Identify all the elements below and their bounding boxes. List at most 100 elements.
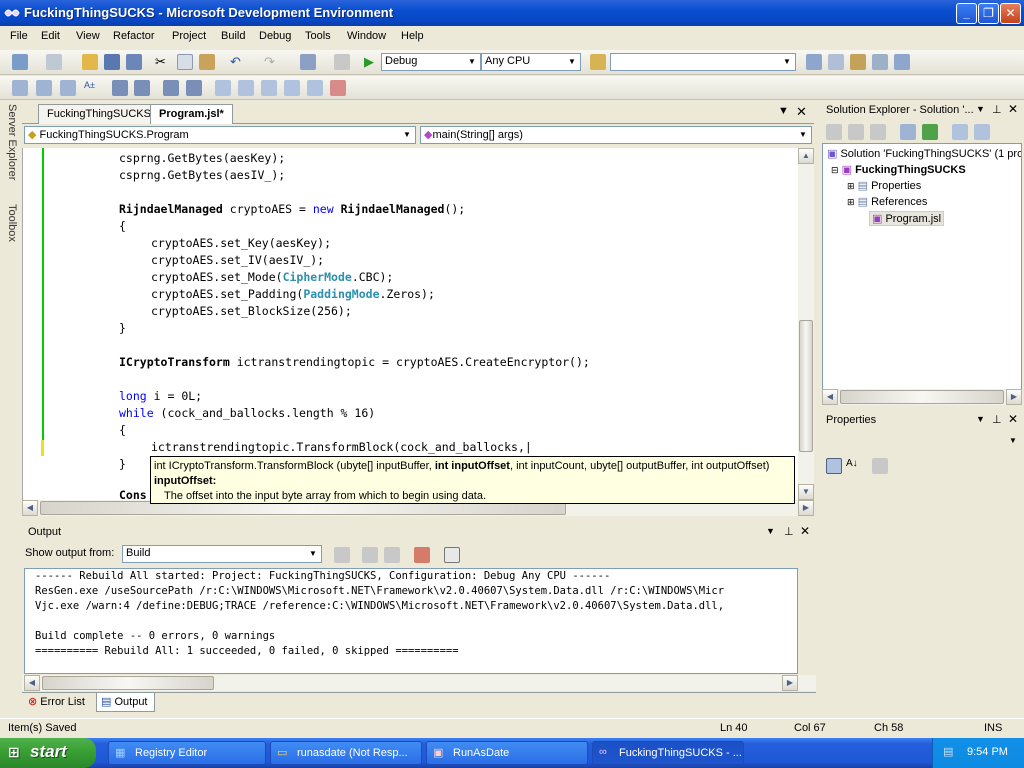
copy-website-icon[interactable] xyxy=(974,124,990,140)
cut-icon[interactable]: ✂ xyxy=(155,54,171,70)
view-designer-icon[interactable] xyxy=(922,124,938,140)
auto-hide-pin-icon[interactable]: ⊥ xyxy=(784,525,794,538)
new-project-icon[interactable] xyxy=(12,54,28,70)
tab-output[interactable]: ▤ Output xyxy=(96,693,155,712)
options-icon[interactable] xyxy=(894,54,910,70)
prev-bookmark-icon[interactable] xyxy=(238,80,254,96)
menu-edit[interactable]: Edit xyxy=(41,30,60,42)
solution-horizontal-scrollbar[interactable]: ◀ ▶ xyxy=(822,389,1022,405)
scroll-thumb[interactable] xyxy=(799,320,813,452)
close-button[interactable]: ✕ xyxy=(1000,3,1021,24)
auto-hide-pin-icon[interactable]: ⊥ xyxy=(992,413,1002,426)
window-position-icon[interactable]: ▼ xyxy=(976,414,985,424)
tree-project[interactable]: ⊟ ▣ FuckingThingSUCKS xyxy=(831,163,966,176)
menu-tools[interactable]: Tools xyxy=(305,30,331,42)
menu-refactor[interactable]: Refactor xyxy=(113,30,155,42)
tab-project-designer[interactable]: FuckingThingSUCKS xyxy=(38,104,160,124)
properties-icon[interactable] xyxy=(826,124,842,140)
scroll-down-icon[interactable]: ▼ xyxy=(798,484,814,500)
tree-properties[interactable]: ⊞ ▤ Properties xyxy=(847,179,921,192)
view-class-diagram-icon[interactable] xyxy=(952,124,968,140)
menu-project[interactable]: Project xyxy=(172,30,206,42)
window-position-icon[interactable]: ▼ xyxy=(766,526,775,536)
prev-message-icon[interactable] xyxy=(362,547,378,563)
find-combo[interactable]: ▼ xyxy=(610,53,796,71)
output-horizontal-scrollbar[interactable]: ◀ ▶ xyxy=(22,675,816,691)
config-combo[interactable]: Debug ▼ xyxy=(381,53,481,71)
next-bookmark-folder-icon[interactable] xyxy=(307,80,323,96)
property-pages-icon[interactable] xyxy=(872,458,888,474)
scroll-right-icon[interactable]: ▶ xyxy=(1006,389,1022,405)
next-message-icon[interactable] xyxy=(384,547,400,563)
start-button[interactable]: ⊞ start xyxy=(0,738,96,768)
redo-icon[interactable]: ↷ xyxy=(264,54,280,70)
uncomment-icon[interactable] xyxy=(186,80,202,96)
solution-tree[interactable]: ▣ Solution 'FuckingThingSUCKS' (1 pro ⊟ … xyxy=(822,143,1022,390)
alphabetical-icon[interactable]: A↓ xyxy=(846,458,862,474)
clear-bookmarks-icon[interactable] xyxy=(330,80,346,96)
scroll-up-icon[interactable]: ▲ xyxy=(798,148,814,164)
categorized-icon[interactable] xyxy=(826,458,842,474)
next-bookmark-icon[interactable] xyxy=(261,80,277,96)
tree-solution[interactable]: ▣ Solution 'FuckingThingSUCKS' (1 pro xyxy=(827,147,1021,160)
start-debug-icon[interactable]: ▶ xyxy=(364,54,380,70)
quick-info-icon[interactable] xyxy=(60,80,76,96)
close-panel-icon[interactable]: ✕ xyxy=(1008,412,1018,426)
scroll-thumb[interactable] xyxy=(42,676,214,690)
network-icon[interactable]: ▤ xyxy=(943,745,953,758)
toolbox-tab[interactable]: Toolbox xyxy=(2,204,18,242)
menu-file[interactable]: File xyxy=(10,30,28,42)
view-code-icon[interactable] xyxy=(900,124,916,140)
tree-program-jsl[interactable]: ▣ Program.jsl xyxy=(869,211,945,226)
navigate-back-icon[interactable] xyxy=(300,54,316,70)
taskbar-button-registry-editor[interactable]: ▦ Registry Editor xyxy=(108,741,266,765)
scroll-left-icon[interactable]: ◀ xyxy=(24,675,40,691)
word-wrap-icon[interactable] xyxy=(444,547,460,563)
menu-view[interactable]: View xyxy=(76,30,100,42)
save-icon[interactable] xyxy=(104,54,120,70)
comment-icon[interactable] xyxy=(163,80,179,96)
auto-hide-pin-icon[interactable]: ⊥ xyxy=(992,103,1002,116)
scroll-right-icon[interactable]: ▶ xyxy=(782,675,798,691)
outdent-icon[interactable] xyxy=(112,80,128,96)
server-explorer-tab[interactable]: Server Explorer xyxy=(2,104,18,180)
tab-error-list[interactable]: ⊗ Error List xyxy=(24,693,91,711)
restore-button[interactable]: ❐ xyxy=(978,3,999,24)
toolbox-icon[interactable] xyxy=(850,54,866,70)
close-panel-icon[interactable]: ✕ xyxy=(1008,102,1018,116)
editor-vertical-scrollbar[interactable]: ▲ ▼ xyxy=(798,148,814,500)
navigate-forward-icon[interactable] xyxy=(334,54,350,70)
menu-build[interactable]: Build xyxy=(221,30,245,42)
add-item-icon[interactable] xyxy=(46,54,62,70)
show-all-files-icon[interactable] xyxy=(848,124,864,140)
menu-debug[interactable]: Debug xyxy=(259,30,291,42)
tree-references[interactable]: ⊞ ▤ References xyxy=(847,195,927,208)
show-output-combo[interactable]: Build ▼ xyxy=(122,545,322,563)
complete-word-icon[interactable]: A± xyxy=(84,80,100,96)
indent-icon[interactable] xyxy=(134,80,150,96)
platform-combo[interactable]: Any CPU ▼ xyxy=(481,53,581,71)
menu-window[interactable]: Window xyxy=(347,30,386,42)
go-to-line-icon[interactable] xyxy=(334,547,350,563)
window-list-icon[interactable]: ▼ xyxy=(778,105,789,117)
find-in-files-icon[interactable] xyxy=(590,54,606,70)
object-selector-combo[interactable]: ▼ xyxy=(822,432,1022,450)
title-bar[interactable]: FuckingThingSUCKS - Microsoft Developmen… xyxy=(0,0,1024,26)
parameter-info-icon[interactable] xyxy=(36,80,52,96)
code-editor[interactable]: csprng.GetBytes(aesKey); csprng.GetBytes… xyxy=(22,148,798,500)
taskbar-button-vs[interactable]: ∞ FuckingThingSUCKS - ... xyxy=(592,741,744,765)
toggle-bookmark-icon[interactable] xyxy=(215,80,231,96)
properties-window-icon[interactable] xyxy=(828,54,844,70)
undo-icon[interactable]: ↶ xyxy=(230,54,246,70)
output-text-area[interactable]: ------ Rebuild All started: Project: Fuc… xyxy=(24,568,798,674)
menu-help[interactable]: Help xyxy=(401,30,424,42)
clear-all-icon[interactable] xyxy=(414,547,430,563)
save-all-icon[interactable] xyxy=(126,54,142,70)
scroll-right-icon[interactable]: ▶ xyxy=(798,500,814,516)
class-combo[interactable]: ◆ FuckingThingSUCKS.Program ▼ xyxy=(24,126,416,144)
method-combo[interactable]: ◆main(String[] args) ▼ xyxy=(420,126,812,144)
close-panel-icon[interactable]: ✕ xyxy=(800,524,810,538)
solution-explorer-icon[interactable] xyxy=(806,54,822,70)
taskbar-button-runasdate[interactable]: ▣ RunAsDate xyxy=(426,741,588,765)
open-folder-icon[interactable] xyxy=(82,54,98,70)
